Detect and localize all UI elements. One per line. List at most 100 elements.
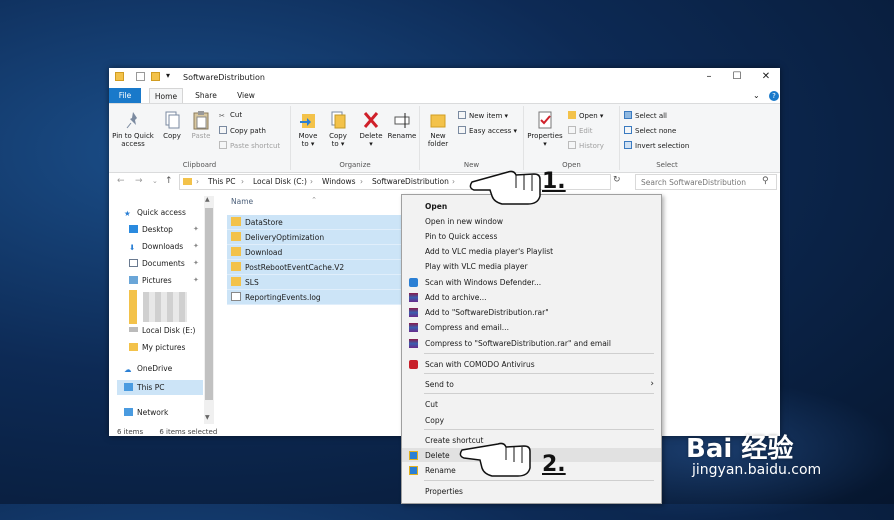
nav-network[interactable]: Network bbox=[124, 408, 168, 417]
minimize-icon[interactable]: – bbox=[702, 71, 716, 82]
edit-button[interactable]: Edit bbox=[568, 126, 593, 135]
menu-item-comodo-scan[interactable]: Scan with COMODO Antivirus bbox=[402, 357, 661, 371]
menu-item-open-new-window[interactable]: Open in new window bbox=[402, 214, 661, 228]
history-button[interactable]: History bbox=[568, 141, 604, 150]
properties-quick-icon[interactable] bbox=[136, 72, 145, 81]
tab-file[interactable]: File bbox=[109, 88, 141, 103]
file-row[interactable]: PostRebootEventCache.V2 bbox=[227, 260, 402, 275]
ribbon-collapse-icon[interactable]: ⌄ bbox=[753, 91, 760, 100]
organize-group: Move to ▾ Copy to ▾ Delete ▾ Rename Orga… bbox=[291, 106, 420, 170]
crumb-windows[interactable]: Windows bbox=[322, 177, 355, 186]
invert-selection-label: Invert selection bbox=[635, 142, 690, 150]
file-row[interactable]: SLS bbox=[227, 275, 402, 290]
back-arrow-icon[interactable]: ← bbox=[117, 176, 125, 186]
easy-access-icon bbox=[458, 126, 466, 134]
menu-item-scan-defender[interactable]: Scan with Windows Defender... bbox=[402, 275, 661, 289]
nav-pictures[interactable]: Pictures bbox=[129, 276, 172, 285]
scissors-icon: ✂ bbox=[219, 112, 225, 120]
menu-item-label: Rename bbox=[425, 466, 456, 475]
menu-item-properties[interactable]: Properties bbox=[402, 484, 661, 498]
column-header-name[interactable]: Name bbox=[231, 197, 253, 206]
sort-chevron-icon: ⌃ bbox=[311, 196, 317, 204]
help-icon[interactable]: ? bbox=[769, 91, 779, 101]
nav-desktop[interactable]: Desktop bbox=[129, 225, 173, 234]
paste-shortcut-button[interactable]: Paste shortcut bbox=[219, 141, 280, 150]
history-icon bbox=[568, 141, 576, 149]
crumb-this-pc[interactable]: This PC bbox=[208, 177, 235, 186]
refresh-icon[interactable]: ↻ bbox=[613, 175, 621, 185]
scroll-up-icon[interactable]: ▲ bbox=[205, 196, 210, 203]
tab-view[interactable]: View bbox=[229, 88, 263, 103]
maximize-icon[interactable]: ☐ bbox=[730, 71, 744, 82]
nav-quick-access[interactable]: ★ Quick access bbox=[124, 208, 186, 218]
select-none-button[interactable]: Select none bbox=[624, 126, 676, 135]
nav-documents[interactable]: Documents bbox=[129, 259, 185, 268]
file-name: PostRebootEventCache.V2 bbox=[245, 263, 345, 272]
menu-item-label: Pin to Quick access bbox=[425, 232, 498, 241]
paste-button[interactable]: Paste bbox=[189, 110, 213, 140]
delete-x-icon bbox=[362, 110, 380, 130]
tab-share[interactable]: Share bbox=[189, 88, 223, 103]
menu-item-compress-rar-email[interactable]: Compress to "SoftwareDistribution.rar" a… bbox=[402, 336, 661, 350]
file-row[interactable]: DataStore bbox=[227, 215, 402, 230]
close-icon[interactable]: ✕ bbox=[759, 71, 773, 82]
menu-item-vlc-playlist[interactable]: Add to VLC media player's Playlist bbox=[402, 244, 661, 258]
pin-quick-access-button[interactable]: Pin to Quick access bbox=[111, 110, 155, 148]
nav-onedrive[interactable]: ☁ OneDrive bbox=[124, 364, 172, 374]
new-item-button[interactable]: New item ▾ bbox=[458, 111, 508, 120]
scroll-thumb[interactable] bbox=[205, 208, 213, 400]
invert-selection-button[interactable]: Invert selection bbox=[624, 141, 689, 150]
copy-to-button[interactable]: Copy to ▾ bbox=[325, 110, 351, 148]
file-row[interactable]: DeliveryOptimization bbox=[227, 230, 402, 245]
menu-item-add-rar[interactable]: Add to "SoftwareDistribution.rar" bbox=[402, 305, 661, 319]
network-icon bbox=[124, 408, 133, 416]
file-row[interactable]: Download bbox=[227, 245, 402, 260]
file-row[interactable]: ReportingEvents.log bbox=[227, 290, 402, 305]
menu-item-compress-email[interactable]: Compress and email... bbox=[402, 320, 661, 334]
properties-ribbon-button[interactable]: Properties ▾ bbox=[526, 110, 564, 148]
tab-home[interactable]: Home bbox=[149, 88, 183, 103]
drive-icon bbox=[129, 327, 138, 332]
recent-chevron-icon[interactable]: ⌄ bbox=[152, 177, 158, 185]
cut-button[interactable]: ✂ Cut bbox=[219, 111, 242, 120]
properties-icon bbox=[536, 110, 554, 130]
crumb-local-disk-c[interactable]: Local Disk (C:) bbox=[253, 177, 307, 186]
copy-to-label: Copy to ▾ bbox=[329, 132, 347, 148]
menu-item-copy[interactable]: Copy bbox=[402, 413, 661, 427]
nav-downloads[interactable]: ⬇ Downloads bbox=[129, 242, 183, 252]
new-folder-button[interactable]: New folder bbox=[424, 110, 452, 148]
menu-item-add-archive[interactable]: Add to archive... bbox=[402, 290, 661, 304]
new-folder-quick-icon[interactable] bbox=[151, 72, 160, 81]
crumb-softwaredistribution[interactable]: SoftwareDistribution bbox=[372, 177, 449, 186]
search-input[interactable]: Search SoftwareDistribution ⚲ bbox=[635, 174, 777, 190]
copy-path-button[interactable]: Copy path bbox=[219, 126, 266, 135]
cut-label: Cut bbox=[230, 111, 243, 119]
customize-quick-access-icon[interactable]: ▾ bbox=[166, 71, 170, 80]
easy-access-button[interactable]: Easy access ▾ bbox=[458, 126, 517, 135]
nav-scrollbar[interactable]: ▲ ▼ bbox=[204, 196, 214, 424]
nav-this-pc[interactable]: This PC bbox=[124, 383, 164, 392]
move-to-button[interactable]: Move to ▾ bbox=[295, 110, 321, 148]
pointing-hand-icon bbox=[459, 442, 531, 477]
nav-local-disk-e[interactable]: Local Disk (E:) bbox=[129, 326, 195, 335]
forward-arrow-icon[interactable]: → bbox=[135, 176, 143, 186]
nav-my-pictures[interactable]: My pictures bbox=[129, 343, 185, 352]
menu-item-send-to[interactable]: Send to › bbox=[402, 377, 661, 391]
folder-icon bbox=[115, 72, 124, 81]
menu-item-vlc-play[interactable]: Play with VLC media player bbox=[402, 259, 661, 273]
rename-button[interactable]: Rename bbox=[387, 110, 417, 140]
select-all-button[interactable]: Select all bbox=[624, 111, 667, 120]
menu-item-cut[interactable]: Cut bbox=[402, 397, 661, 411]
window-title: SoftwareDistribution bbox=[183, 73, 265, 82]
pinned-icon: ✦ bbox=[193, 242, 199, 250]
history-label: History bbox=[579, 142, 604, 150]
copy-button[interactable]: Copy bbox=[161, 110, 183, 140]
delete-ribbon-button[interactable]: Delete ▾ bbox=[357, 110, 385, 148]
scroll-down-icon[interactable]: ▼ bbox=[205, 414, 210, 421]
menu-item-label: Properties bbox=[425, 487, 463, 496]
select-none-label: Select none bbox=[635, 127, 677, 135]
menu-item-pin-quick-access[interactable]: Pin to Quick access bbox=[402, 229, 661, 243]
up-arrow-icon[interactable]: ↑ bbox=[165, 176, 173, 186]
open-ribbon-button[interactable]: Open ▾ bbox=[568, 111, 603, 120]
invert-selection-icon bbox=[624, 141, 632, 149]
